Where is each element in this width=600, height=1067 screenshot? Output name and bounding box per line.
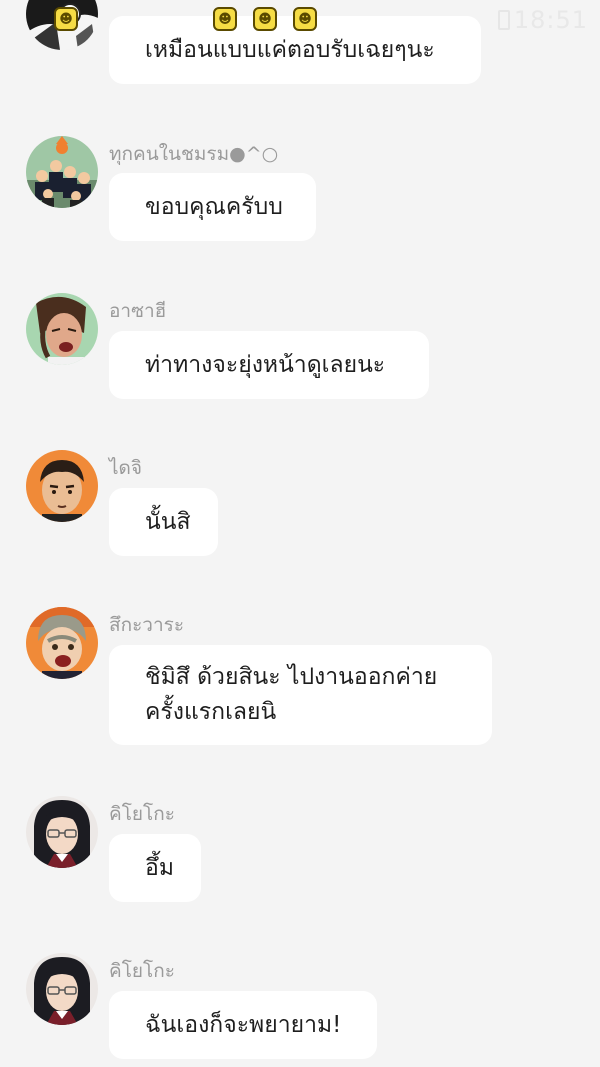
message-bubble[interactable]: อึ้ม [109, 834, 201, 902]
grinning-face-icon: ☻ [54, 7, 78, 31]
message-text: นั้นสิ [145, 508, 191, 535]
message-text: ขอบคุณครับบ [145, 193, 283, 220]
message-bubble[interactable]: นั้นสิ [109, 488, 218, 556]
message-text-line: ชิมิสึ ด้วยสินะ ไปงานออกค่าย [145, 664, 438, 690]
team-group-avatar[interactable] [26, 136, 98, 208]
message-text: ฉันเองก็จะพยายาม! [145, 1011, 342, 1038]
message-bubble[interactable]: ฉันเองก็จะพยายาม! [109, 991, 377, 1059]
message-bubble[interactable]: ท่าทางจะยุ่งหน้าดูเลยนะ [109, 331, 429, 399]
message-bubble[interactable]: ชิมิสึ ด้วยสินะ ไปงานออกค่าย ครั้งแรกเลย… [109, 645, 492, 745]
grinning-face-icon: ☻ [293, 7, 317, 31]
grinning-face-icon: ☻ [213, 7, 237, 31]
message-text: อึ้ม [145, 854, 174, 881]
status-bar: ☻ ☻ ☻ ☻ 18:51 [0, 0, 600, 40]
message-text-line: ครั้งแรกเลยนิ [145, 699, 277, 725]
sender-name: คิโยโกะ [109, 960, 175, 982]
sender-name: ไดจิ [109, 457, 143, 479]
sender-name: อาซาฮี [109, 300, 167, 322]
sender-name: ทุกคนในชมรม●^○ [109, 143, 279, 165]
message-text: ท่าทางจะยุ่งหน้าดูเลยนะ [145, 351, 386, 378]
sender-name: คิโยโกะ [109, 803, 175, 825]
sender-name: สึกะวาระ [109, 614, 185, 636]
chat-screen: ☻ ☻ ☻ ☻ 18:51 เหมือนแบบแค่ตอบรับเฉยๆนะ ท… [0, 0, 600, 1067]
message-bubble[interactable]: ขอบคุณครับบ [109, 173, 316, 241]
asahi-avatar[interactable] [26, 293, 98, 365]
kiyoko-avatar[interactable] [26, 953, 98, 1025]
grinning-face-icon: ☻ [253, 7, 277, 31]
kiyoko-avatar[interactable] [26, 796, 98, 868]
daichi-avatar[interactable] [26, 450, 98, 522]
sugawara-avatar[interactable] [26, 607, 98, 679]
status-time: 18:51 [513, 6, 588, 34]
battery-icon [498, 10, 510, 30]
